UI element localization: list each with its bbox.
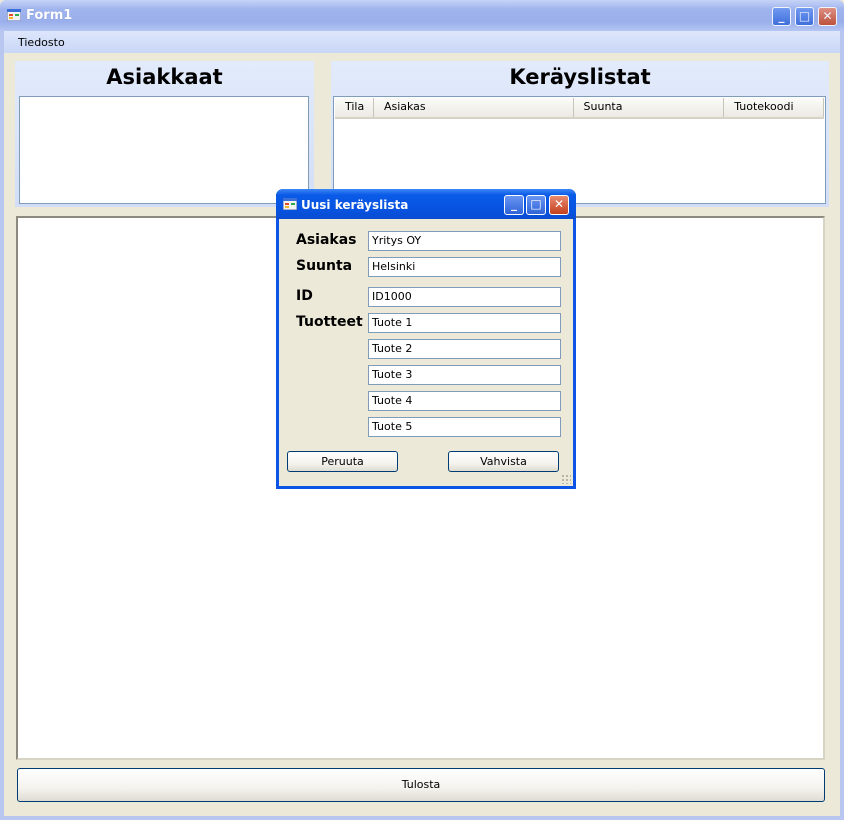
close-icon: ✕ — [553, 197, 565, 211]
picklists-panel: Keräyslistat Tila Asiakas Suunta Tuoteko… — [331, 61, 829, 207]
window-border-bottom — [0, 816, 844, 820]
menu-item-tiedosto[interactable]: Tiedosto — [18, 36, 65, 49]
window-titlebar[interactable]: Form1 _ □ ✕ — [0, 0, 844, 31]
direction-input[interactable]: Helsinki — [368, 257, 561, 277]
product-input-5[interactable]: Tuote 5 — [368, 417, 561, 437]
listview-header: Tila Asiakas Suunta Tuotekoodi — [335, 98, 824, 119]
product-input-2[interactable]: Tuote 2 — [368, 339, 561, 359]
cancel-button[interactable]: Peruuta — [287, 451, 398, 472]
window-title: Form1 — [26, 8, 73, 23]
picklists-listview[interactable]: Tila Asiakas Suunta Tuotekoodi — [333, 96, 826, 204]
product-input-1[interactable]: Tuote 1 — [368, 313, 561, 333]
window-border-right — [840, 31, 844, 820]
label-id: ID — [296, 288, 313, 304]
maximize-icon: □ — [798, 9, 811, 23]
dialog-body: Asiakas Yritys OY Suunta Helsinki ID ID1… — [279, 219, 573, 486]
dialog-maximize-button[interactable]: □ — [526, 195, 546, 215]
confirm-button-label: Vahvista — [480, 455, 527, 468]
window-border-left — [0, 31, 4, 820]
resize-grip-icon[interactable] — [561, 474, 571, 484]
product-input-4[interactable]: Tuote 4 — [368, 391, 561, 411]
column-header-asiakas[interactable]: Asiakas — [374, 98, 574, 117]
maximize-icon: □ — [530, 197, 542, 211]
dialog-minimize-button[interactable]: _ — [504, 195, 524, 215]
print-button[interactable]: Tulosta — [17, 768, 825, 802]
dialog-title: Uusi keräyslista — [301, 198, 409, 212]
picklists-title: Keräyslistat — [509, 65, 651, 89]
dialog-titlebar[interactable]: Uusi keräyslista _ □ ✕ — [276, 189, 576, 219]
maximize-button[interactable]: □ — [795, 7, 814, 26]
minimize-button[interactable]: _ — [772, 7, 791, 26]
close-button[interactable]: ✕ — [818, 7, 837, 26]
label-tuotteet: Tuotteet — [296, 314, 363, 330]
minimize-icon: _ — [511, 197, 517, 211]
column-header-tuotekoodi[interactable]: Tuotekoodi — [724, 98, 824, 117]
print-button-label: Tulosta — [401, 778, 441, 791]
menu-bar: Tiedosto — [0, 31, 844, 53]
customers-title: Asiakkaat — [106, 65, 223, 89]
label-asiakas: Asiakas — [296, 232, 357, 248]
column-header-suunta[interactable]: Suunta — [574, 98, 725, 117]
dialog-close-button[interactable]: ✕ — [549, 195, 569, 215]
customers-panel: Asiakkaat — [15, 61, 314, 207]
customer-input[interactable]: Yritys OY — [368, 231, 561, 251]
customers-list[interactable] — [19, 96, 309, 204]
label-suunta: Suunta — [296, 258, 353, 274]
close-icon: ✕ — [822, 9, 833, 23]
minimize-icon: _ — [778, 9, 785, 23]
cancel-button-label: Peruuta — [321, 455, 364, 468]
confirm-button[interactable]: Vahvista — [448, 451, 559, 472]
column-header-tila[interactable]: Tila — [335, 98, 374, 117]
form-icon — [7, 9, 21, 21]
product-input-3[interactable]: Tuote 3 — [368, 365, 561, 385]
form-icon — [283, 198, 297, 210]
id-input[interactable]: ID1000 — [368, 287, 561, 307]
new-picklist-dialog: Uusi keräyslista _ □ ✕ Asiakas Yritys OY… — [276, 189, 576, 489]
